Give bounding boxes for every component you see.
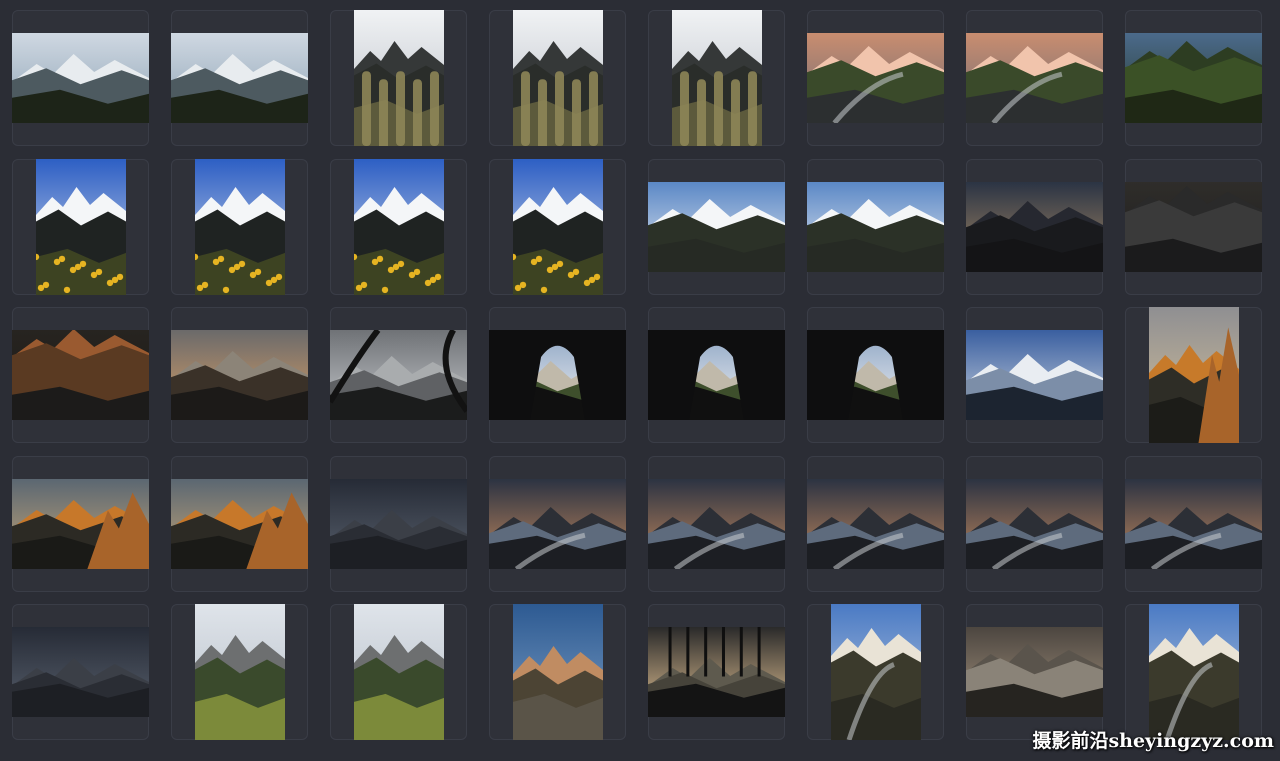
photo-thumbnail[interactable] [12, 478, 149, 569]
photo-thumbnail[interactable] [12, 33, 149, 123]
thumbnail-card[interactable] [807, 307, 944, 443]
thumbnail-card[interactable] [966, 455, 1103, 592]
thumbnail-card[interactable] [1125, 307, 1262, 443]
thumbnail-card[interactable] [171, 604, 308, 740]
photo-thumbnail[interactable] [330, 330, 467, 420]
photo-thumbnail[interactable] [35, 158, 126, 295]
thumbnail-card[interactable] [171, 307, 308, 443]
thumbnail-card[interactable] [648, 10, 785, 146]
thumbnail-card[interactable] [807, 455, 944, 592]
photo-thumbnail[interactable] [966, 478, 1103, 569]
thumbnail-card[interactable] [171, 158, 308, 295]
photo-thumbnail[interactable] [171, 478, 308, 569]
thumbnail-card[interactable] [648, 307, 785, 443]
thumbnail-card[interactable] [807, 10, 944, 146]
photo-thumbnail[interactable] [648, 478, 785, 569]
thumbnail-card[interactable] [489, 158, 626, 295]
thumbnail-card[interactable] [489, 604, 626, 740]
thumbnail-card[interactable] [12, 307, 149, 443]
photo-thumbnail[interactable] [489, 330, 626, 420]
photo-thumbnail[interactable] [1125, 33, 1262, 123]
thumbnail-card[interactable] [966, 604, 1103, 740]
thumbnail-card[interactable] [330, 158, 467, 295]
thumbnail-card[interactable] [330, 604, 467, 740]
photo-thumbnail[interactable] [171, 33, 308, 123]
photo-thumbnail[interactable] [648, 330, 785, 420]
photo-thumbnail[interactable] [966, 181, 1103, 272]
photo-thumbnail[interactable] [353, 604, 444, 740]
photo-thumbnail[interactable] [512, 158, 603, 295]
photo-thumbnail[interactable] [1148, 604, 1239, 740]
thumbnail-card[interactable] [1125, 10, 1262, 146]
thumbnail-card[interactable] [330, 307, 467, 443]
photo-thumbnail[interactable] [671, 10, 762, 146]
photo-thumbnail[interactable] [1148, 307, 1239, 443]
photo-thumbnail[interactable] [807, 478, 944, 569]
thumbnail-card[interactable] [489, 307, 626, 443]
photo-thumbnail[interactable] [489, 478, 626, 569]
photo-thumbnail[interactable] [807, 181, 944, 272]
photo-thumbnail[interactable] [512, 604, 603, 740]
thumbnail-card[interactable] [648, 158, 785, 295]
thumbnail-card[interactable] [807, 604, 944, 740]
thumbnail-card[interactable] [648, 455, 785, 592]
thumbnail-card[interactable] [1125, 604, 1262, 740]
photo-thumbnail[interactable] [966, 627, 1103, 717]
photo-thumbnail[interactable] [966, 330, 1103, 420]
thumbnail-card[interactable] [330, 455, 467, 592]
photo-thumbnail[interactable] [353, 158, 444, 295]
photo-thumbnail[interactable] [648, 181, 785, 272]
thumbnail-card[interactable] [966, 10, 1103, 146]
thumbnail-card[interactable] [807, 158, 944, 295]
photo-thumbnail[interactable] [966, 33, 1103, 123]
thumbnail-card[interactable] [648, 604, 785, 740]
thumbnail-card[interactable] [12, 158, 149, 295]
thumbnail-card[interactable] [12, 10, 149, 146]
photo-thumbnail[interactable] [194, 604, 285, 740]
photo-thumbnail[interactable] [648, 627, 785, 717]
photo-thumbnail[interactable] [807, 33, 944, 123]
photo-thumbnail[interactable] [1125, 478, 1262, 569]
thumbnail-card[interactable] [489, 455, 626, 592]
watermark: 摄影前沿sheyingzyz.com [1032, 730, 1274, 752]
photo-thumbnail[interactable] [330, 478, 467, 569]
photo-thumbnail[interactable] [1125, 181, 1262, 272]
photo-thumbnail[interactable] [807, 330, 944, 420]
thumbnail-card[interactable] [12, 455, 149, 592]
photo-thumbnail[interactable] [353, 10, 444, 146]
thumbnail-card[interactable] [966, 307, 1103, 443]
thumbnail-card[interactable] [966, 158, 1103, 295]
thumbnail-card[interactable] [1125, 158, 1262, 295]
thumbnail-card[interactable] [1125, 455, 1262, 592]
photo-thumbnail[interactable] [12, 330, 149, 420]
thumbnail-card[interactable] [489, 10, 626, 146]
photo-thumbnail[interactable] [194, 158, 285, 295]
thumbnail-card[interactable] [330, 10, 467, 146]
thumbnail-grid [0, 0, 1280, 761]
thumbnail-card[interactable] [171, 10, 308, 146]
photo-thumbnail[interactable] [512, 10, 603, 146]
thumbnail-card[interactable] [171, 455, 308, 592]
photo-thumbnail[interactable] [830, 604, 921, 740]
photo-thumbnail[interactable] [12, 627, 149, 717]
thumbnail-card[interactable] [12, 604, 149, 740]
photo-thumbnail[interactable] [171, 330, 308, 420]
